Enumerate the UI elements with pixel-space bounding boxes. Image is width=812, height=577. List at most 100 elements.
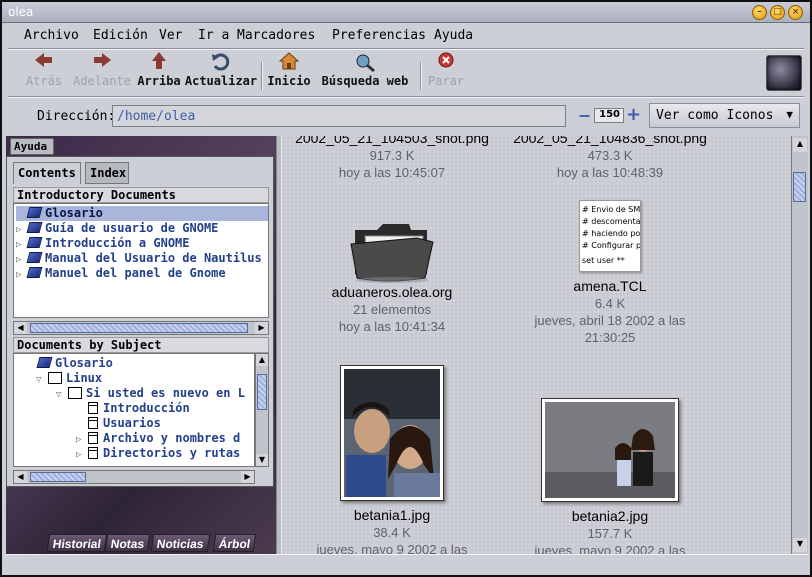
scroll-left-icon[interactable]: ◀ xyxy=(14,322,27,334)
file-item[interactable]: 2002_05_21_104503_shot.png 917.3 K hoy a… xyxy=(282,136,502,181)
menu-ir-a[interactable]: Ir a xyxy=(198,28,229,43)
file-size: 38.4 K xyxy=(373,525,411,540)
scroll-right-icon[interactable]: ▶ xyxy=(241,471,254,483)
stop-button[interactable]: Parar xyxy=(426,52,466,88)
location-input[interactable]: /home/olea xyxy=(112,105,566,127)
tree-item[interactable]: Glosario xyxy=(36,356,113,371)
menu-ayuda[interactable]: Ayuda xyxy=(434,28,473,43)
tab-historial[interactable]: Historial xyxy=(46,534,108,552)
tree-item[interactable]: ▷ Archivo y nombres d xyxy=(76,431,240,446)
tree-item[interactable]: ▷ Manual del Usuario de Nautilus xyxy=(16,251,262,266)
file-name: aduaneros.olea.org xyxy=(331,284,453,300)
tab-contents[interactable]: Contents xyxy=(13,162,81,184)
file-name: amena.TCL xyxy=(573,278,647,294)
scroll-right-icon[interactable]: ▶ xyxy=(255,322,268,334)
web-search-button[interactable]: Búsqueda web xyxy=(314,52,416,88)
sidebar-panel-title[interactable]: Ayuda xyxy=(10,138,54,155)
up-arrow-icon xyxy=(148,52,170,72)
back-arrow-icon xyxy=(33,52,55,72)
collapse-icon[interactable]: ▽ xyxy=(56,390,66,400)
back-label: Atrás xyxy=(25,74,63,88)
intro-hscrollbar[interactable]: ◀ ▶ xyxy=(13,321,269,335)
scroll-left-icon[interactable]: ◀ xyxy=(14,471,27,483)
subject-docs-header: Documents by Subject xyxy=(13,337,269,353)
zoom-level[interactable]: 150 xyxy=(594,108,624,123)
tab-arbol[interactable]: Árbol xyxy=(212,534,257,552)
expander-icon[interactable]: ▷ xyxy=(16,255,26,265)
toolbar-separator-h xyxy=(8,96,804,98)
image-item[interactable]: betania2.jpg 157.7 K jueves, mayo 9 2002… xyxy=(500,398,720,554)
file-name: betania1.jpg xyxy=(353,507,431,523)
scroll-thumb[interactable] xyxy=(30,323,248,333)
subject-hscrollbar[interactable]: ◀ ▶ xyxy=(13,470,255,484)
tab-index[interactable]: Index xyxy=(85,162,129,184)
subject-vscrollbar[interactable]: ▲ ▼ xyxy=(255,353,269,467)
menu-edicion[interactable]: Edición xyxy=(93,28,148,43)
file-count: 21 elementos xyxy=(352,302,432,317)
tree-item[interactable]: ▽ Si usted es nuevo en L xyxy=(56,386,245,401)
file-item[interactable]: # Envio de SM # descomenta # haciendo po # … xyxy=(500,200,720,346)
home-button[interactable]: Inicio xyxy=(267,52,311,88)
close-button[interactable]: × xyxy=(788,5,803,20)
location-bar: Dirección: /home/olea − 150 + Ver como I… xyxy=(8,99,804,131)
photo-thumbnail xyxy=(541,398,679,502)
search-icon xyxy=(354,52,376,73)
minimize-button[interactable]: – xyxy=(752,5,767,20)
expander-icon[interactable]: ▷ xyxy=(16,225,26,235)
forward-label: Adelante xyxy=(73,74,131,88)
web-search-label: Búsqueda web xyxy=(321,74,409,88)
tree-item[interactable]: Introducción xyxy=(86,401,190,416)
back-button[interactable]: Atrás xyxy=(22,52,66,88)
tree-item[interactable]: Usuarios xyxy=(86,416,161,431)
up-button[interactable]: Arriba xyxy=(136,52,182,88)
document-icon xyxy=(88,402,98,414)
file-item[interactable]: 2002_05_21_104836_shot.png 473.3 K hoy a… xyxy=(500,136,720,181)
tree-item[interactable]: ▷ Directorios y rutas xyxy=(76,446,240,461)
help-panel: Contents Index Introductory Documents Gl… xyxy=(6,156,274,487)
document-icon xyxy=(88,417,98,429)
image-item[interactable]: betania1.jpg 38.4 K jueves, mayo 9 2002 … xyxy=(282,365,502,554)
main-vscrollbar[interactable]: ▲ ▼ xyxy=(791,136,808,554)
expander-icon[interactable]: ▷ xyxy=(76,450,86,460)
nautilus-window: olea – □ × Archivo Edición Ver Ir a Marc… xyxy=(0,0,812,577)
tab-noticias[interactable]: Noticias xyxy=(150,534,210,552)
toolbar: Atrás Adelante Arriba Actualizar Inicio … xyxy=(8,50,804,96)
tree-item[interactable]: ▷ Manuel del panel de Gnome xyxy=(16,266,226,281)
collapse-icon[interactable]: ▽ xyxy=(36,375,46,385)
menu-archivo[interactable]: Archivo xyxy=(24,28,79,43)
book-icon xyxy=(26,252,43,263)
scroll-up-icon[interactable]: ▲ xyxy=(256,354,268,366)
menu-ver[interactable]: Ver xyxy=(159,28,182,43)
scroll-up-icon[interactable]: ▲ xyxy=(793,138,807,152)
tree-item[interactable]: ▷ Guía de usuario de GNOME xyxy=(16,221,218,236)
forward-button[interactable]: Adelante xyxy=(70,52,134,88)
title-bar[interactable]: olea – □ × xyxy=(2,2,810,23)
maximize-button[interactable]: □ xyxy=(770,5,785,20)
scroll-thumb[interactable] xyxy=(793,172,806,202)
scroll-thumb[interactable] xyxy=(257,374,267,410)
menu-marcadores[interactable]: Marcadores xyxy=(237,28,315,43)
window-title: olea xyxy=(8,5,34,19)
tree-item[interactable]: Glosario xyxy=(16,206,268,221)
book-icon xyxy=(36,357,53,368)
folder-item[interactable]: aduaneros.olea.org 21 elementos hoy a la… xyxy=(282,216,502,335)
tree-item[interactable]: ▽ Linux xyxy=(36,371,102,386)
scroll-down-icon[interactable]: ▼ xyxy=(256,454,268,466)
reload-icon xyxy=(210,52,232,72)
expander-icon[interactable]: ▷ xyxy=(16,270,26,280)
expander-icon[interactable]: ▷ xyxy=(16,240,26,250)
expander-icon[interactable]: ▷ xyxy=(76,435,86,445)
zoom-in-button[interactable]: + xyxy=(626,104,641,125)
stop-label: Parar xyxy=(427,74,465,88)
file-size: 157.7 K xyxy=(587,526,633,541)
file-size: 473.3 K xyxy=(587,148,633,163)
tab-notas[interactable]: Notas xyxy=(104,534,151,552)
reload-button[interactable]: Actualizar xyxy=(184,52,258,88)
scroll-down-icon[interactable]: ▼ xyxy=(793,538,807,552)
scroll-thumb[interactable] xyxy=(30,472,86,482)
view-as-dropdown[interactable]: Ver como Iconos ▼ xyxy=(649,103,800,128)
document-icon xyxy=(88,447,98,459)
zoom-out-button[interactable]: − xyxy=(578,106,591,125)
menu-preferencias[interactable]: Preferencias xyxy=(332,28,426,43)
tree-item[interactable]: ▷ Introducción a GNOME xyxy=(16,236,190,251)
